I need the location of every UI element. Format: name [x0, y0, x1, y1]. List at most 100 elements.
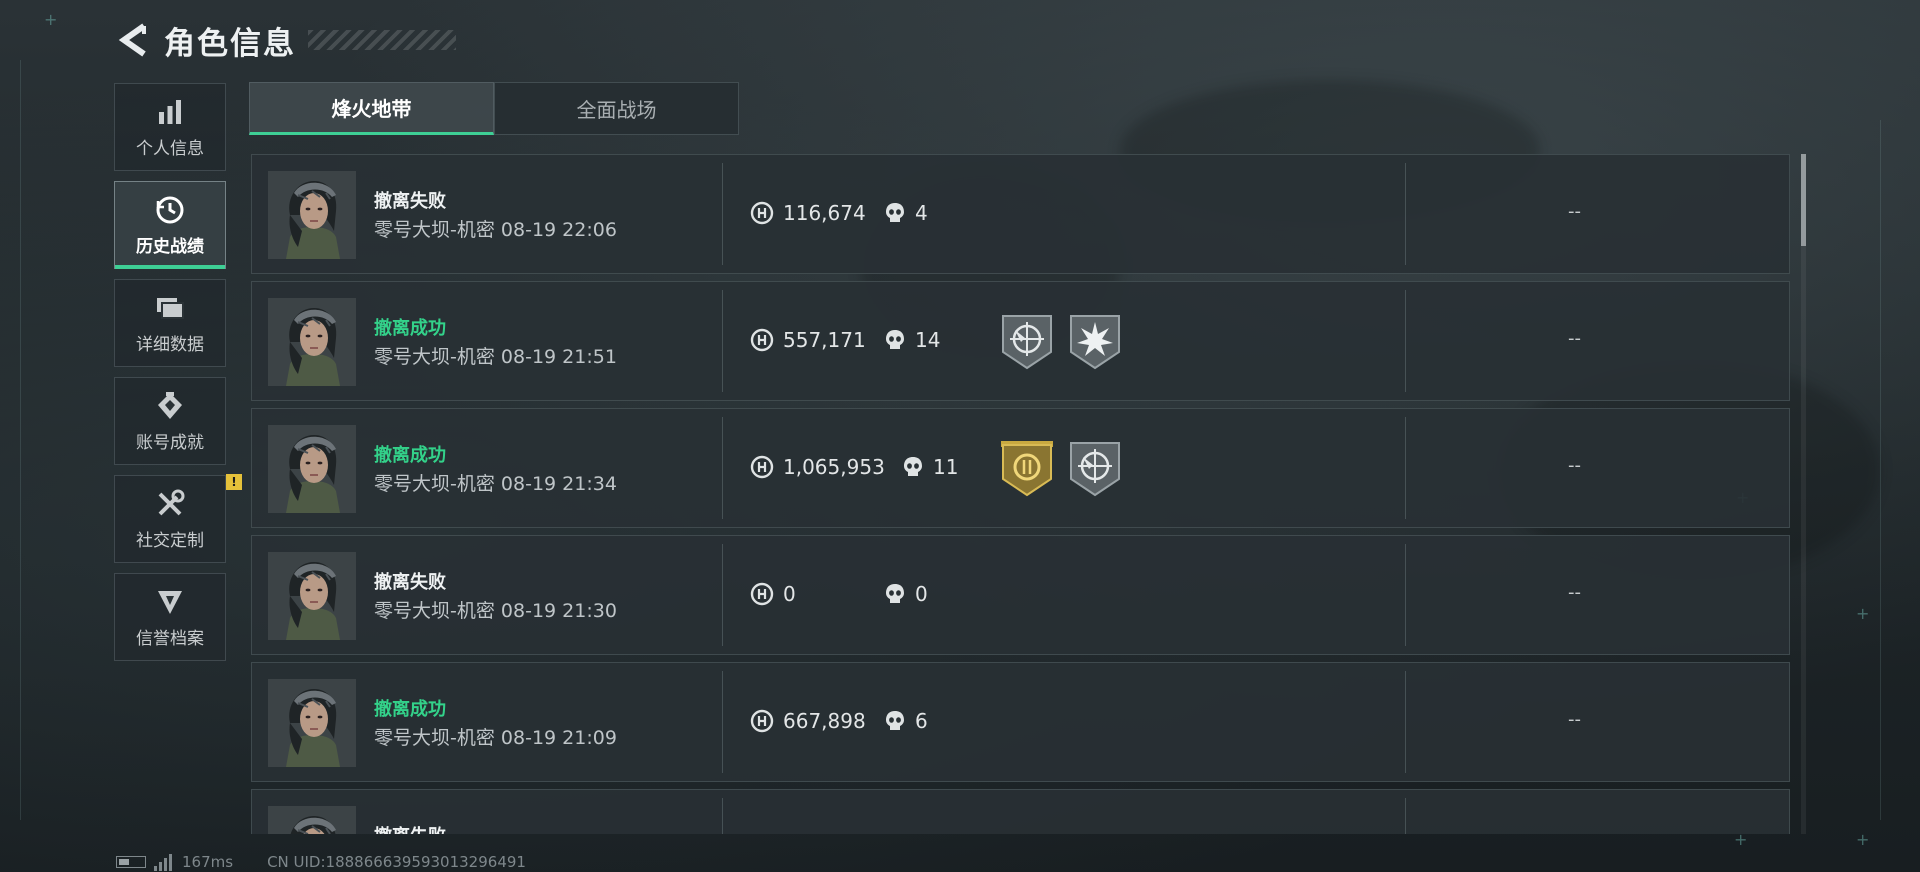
scrollbar-thumb[interactable] — [1801, 154, 1806, 246]
bar-chart-icon — [154, 96, 186, 128]
back-arrow-icon — [118, 23, 146, 57]
kill-count: 11 — [902, 455, 958, 479]
coin-icon — [750, 201, 774, 225]
character-avatar — [268, 171, 356, 259]
match-time: 08-19 21:51 — [500, 346, 617, 368]
loot-value-text: 0 — [783, 582, 796, 606]
loot-value: 0 — [750, 582, 796, 606]
match-row[interactable]: 撤离失败 零号大坝-机密 08-19 21:30 0 0 -- — [251, 535, 1790, 655]
match-history-list[interactable]: 撤离失败 零号大坝-机密 08-19 22:06 116,674 4 -- 撤离成功 零号大… — [251, 154, 1791, 834]
extra-info: -- — [1568, 328, 1581, 349]
sidebar-item-label: 个人信息 — [136, 138, 204, 159]
row-divider — [1405, 290, 1406, 392]
kill-count-text: 14 — [915, 328, 941, 352]
sidebar-item-detailed-data[interactable]: 详细数据 — [114, 279, 226, 367]
kill-count: 4 — [884, 201, 928, 225]
match-time: 08-19 22:06 — [500, 219, 617, 241]
character-avatar — [268, 425, 356, 513]
match-map: 零号大坝-机密 — [374, 600, 495, 622]
skull-icon — [884, 582, 906, 606]
row-divider — [722, 798, 723, 834]
sidebar-item-label: 历史战绩 — [136, 236, 204, 257]
warning-badge: ! — [226, 474, 242, 490]
game-screen: + + + + + 角色信息 个人信息 历史战绩 — [0, 0, 1920, 872]
match-row[interactable]: 撤离成功零号大坝-机密 08-19 21:09 667,898 6 -- — [251, 662, 1790, 782]
hud-cross-icon: + — [1856, 604, 1870, 623]
row-divider — [1405, 544, 1406, 646]
match-map-time: 零号大坝-机密 08-19 21:34 — [374, 469, 617, 496]
hud-cross-icon: + — [44, 10, 58, 29]
loot-value: 667,898 — [750, 709, 866, 733]
extra-info: -- — [1568, 201, 1581, 222]
tab-full-battlefield[interactable]: 全面战场 — [494, 82, 739, 135]
coin-icon — [750, 582, 774, 606]
loot-value: 557,171 — [750, 328, 866, 352]
match-outcome: 撤离成功 — [374, 699, 446, 720]
battery-icon — [116, 856, 146, 868]
tools-icon — [154, 488, 186, 520]
gold-coin-medal-icon[interactable] — [999, 439, 1055, 499]
page-title: 角色信息 — [164, 25, 296, 62]
coin-icon — [750, 455, 774, 479]
sidebar-item-achievements[interactable]: 账号成就 — [114, 377, 226, 465]
credit-icon — [154, 586, 186, 618]
match-map-time: 零号大坝-机密 08-19 21:09 — [374, 723, 617, 750]
character-avatar — [268, 552, 356, 640]
kill-count-text: 6 — [915, 709, 928, 733]
back-button[interactable] — [116, 20, 152, 60]
sidebar-item-social[interactable]: 社交定制 ! — [114, 474, 242, 563]
match-map: 零号大坝-机密 — [374, 219, 495, 241]
crosshair-medal-icon[interactable] — [1067, 439, 1123, 499]
loot-value-text: 557,171 — [783, 328, 866, 352]
sidebar-item-history[interactable]: 历史战绩 — [114, 181, 226, 269]
skull-icon — [884, 709, 906, 733]
coin-icon — [750, 709, 774, 733]
match-row[interactable]: 撤离失败 — [251, 789, 1790, 834]
row-divider — [722, 163, 723, 265]
kill-count: 14 — [884, 328, 940, 352]
match-map-time: 零号大坝-机密 08-19 21:51 — [374, 342, 617, 369]
tab-warzone[interactable]: 烽火地带 — [249, 82, 494, 135]
match-outcome: 撤离失败 — [374, 191, 446, 212]
match-row[interactable]: 撤离成功 零号大坝-机密 08-19 21:51 557,171 14 -- — [251, 281, 1790, 401]
skull-icon — [884, 201, 906, 225]
crosshair-medal-icon[interactable] — [999, 312, 1055, 372]
hud-cross-icon: + — [1856, 830, 1870, 849]
row-divider — [722, 417, 723, 519]
kill-count: 6 — [884, 709, 928, 733]
burst-medal-icon[interactable] — [1067, 312, 1123, 372]
row-divider — [722, 290, 723, 392]
coin-icon — [750, 328, 774, 352]
row-divider — [1405, 163, 1406, 265]
signal-icon — [154, 853, 172, 871]
hud-line — [1880, 120, 1881, 820]
skull-icon — [902, 455, 924, 479]
extra-info: -- — [1568, 709, 1581, 730]
match-row[interactable]: 撤离成功 零号大坝-机密 08-19 21:34 1,065,953 11 -- — [251, 408, 1790, 528]
scrollbar[interactable] — [1801, 154, 1806, 834]
sidebar-item-label: 详细数据 — [136, 334, 204, 355]
ping-value: 167ms — [182, 853, 234, 871]
match-row[interactable]: 撤离失败零号大坝-机密 08-19 22:06 116,674 4 -- — [251, 154, 1790, 274]
match-map-time: 零号大坝-机密 08-19 22:06 — [374, 215, 617, 242]
skull-icon — [884, 328, 906, 352]
achievement-icon — [154, 390, 186, 422]
sidebar-item-label: 账号成就 — [136, 432, 204, 453]
match-time: 08-19 21:30 — [500, 600, 617, 622]
match-map-time: 零号大坝-机密 08-19 21:30 — [374, 596, 617, 623]
sidebar-item-personal-info[interactable]: 个人信息 — [114, 83, 226, 171]
hud-line — [20, 60, 21, 820]
loot-value-text: 1,065,953 — [783, 455, 885, 479]
row-divider — [722, 544, 723, 646]
hud-cross-icon: + — [1734, 830, 1748, 849]
kill-count-text: 0 — [915, 582, 928, 606]
row-divider — [1405, 798, 1406, 834]
sidebar-item-credit[interactable]: 信誉档案 — [114, 573, 226, 661]
loot-value: 1,065,953 — [750, 455, 885, 479]
loot-value: 116,674 — [750, 201, 866, 225]
status-footer: 167ms CN UID:188866639593013296491 — [116, 852, 526, 872]
sidebar-item-label: 信誉档案 — [136, 628, 204, 649]
kill-count-text: 11 — [933, 455, 959, 479]
history-clock-icon — [154, 194, 186, 226]
extra-info: -- — [1568, 582, 1581, 603]
